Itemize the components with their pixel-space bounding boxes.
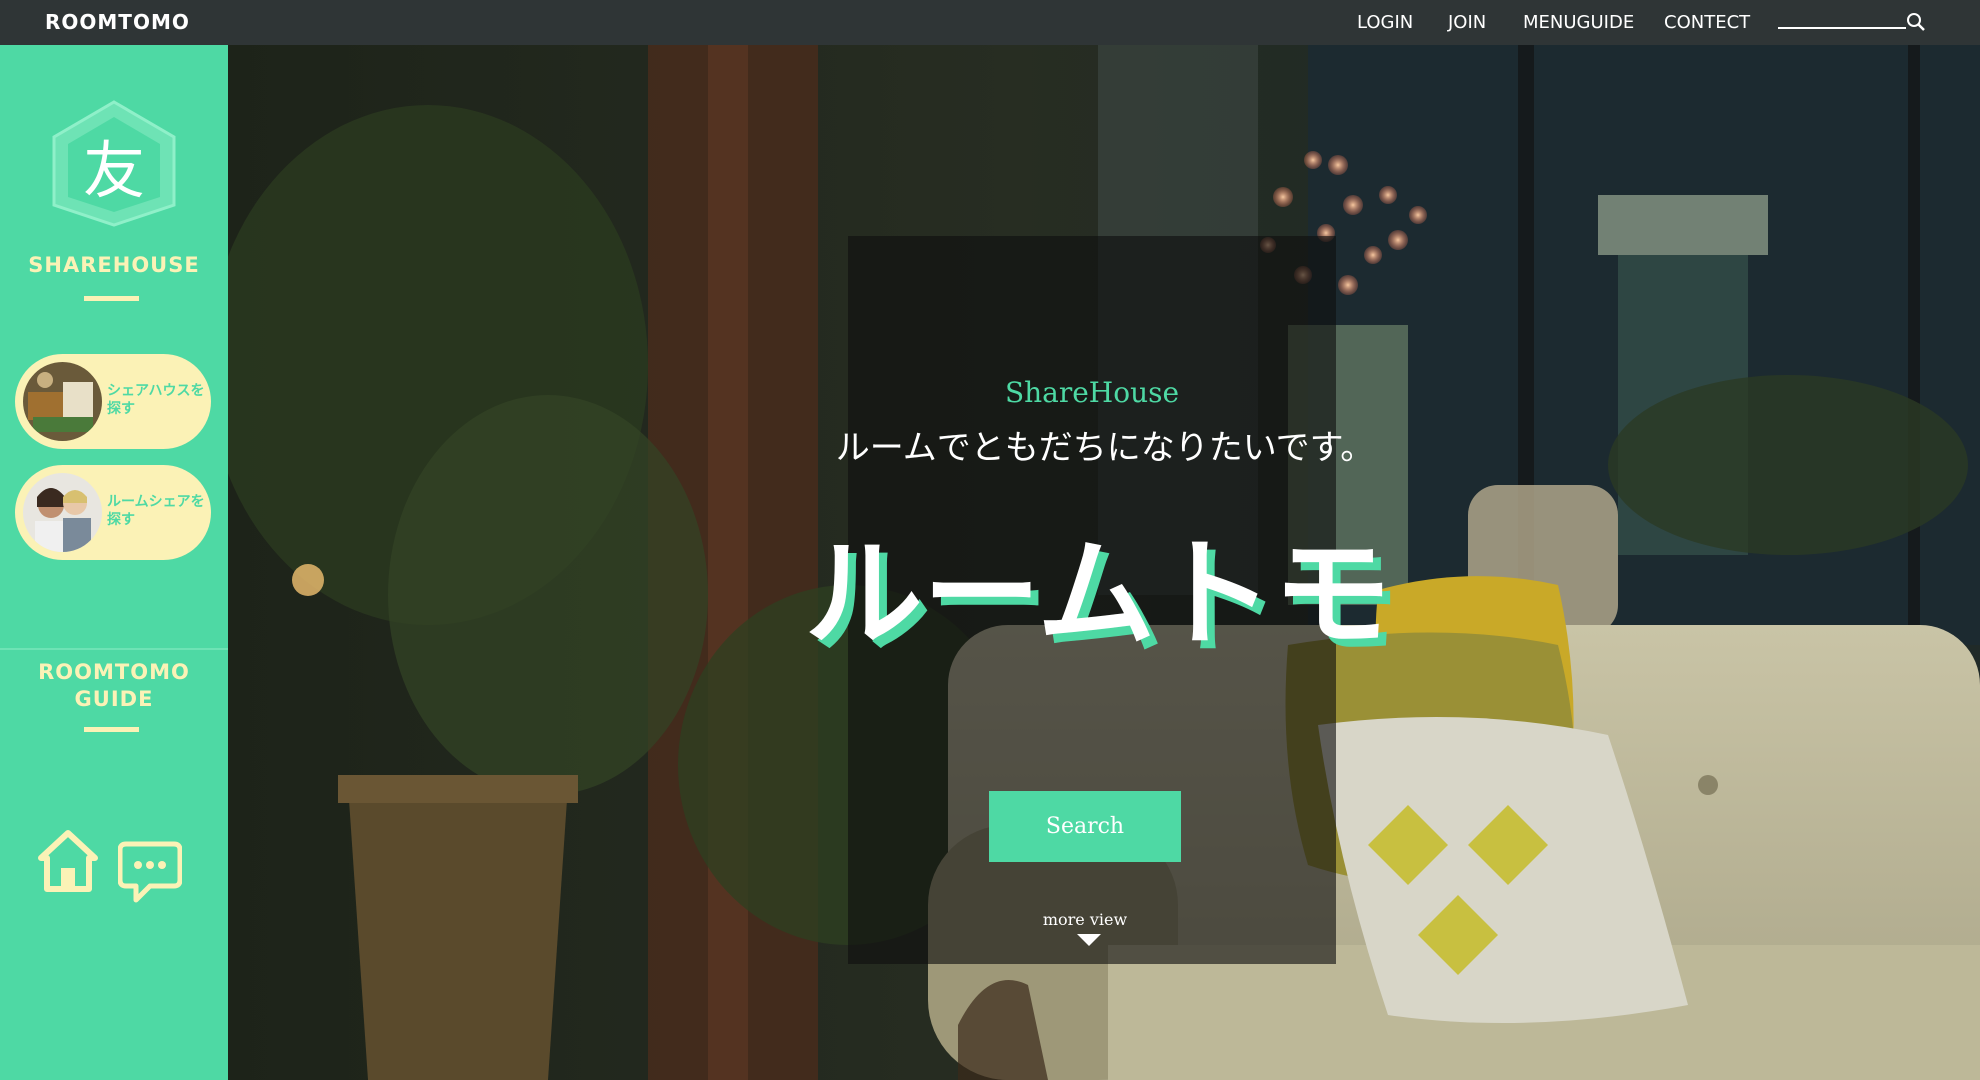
guide-title-line2: GUIDE	[74, 687, 154, 711]
home-icon[interactable]	[38, 830, 98, 892]
nav-login[interactable]: LOGIN	[1357, 0, 1413, 45]
svg-text:友: 友	[83, 134, 145, 207]
find-roomshare-label: ルームシェアを探す	[107, 494, 205, 528]
roomtomo-logo-icon[interactable]: 友	[46, 97, 182, 227]
search-button[interactable]: Search	[989, 791, 1181, 862]
guide-title-line1: ROOMTOMO	[38, 660, 190, 684]
hero-subtitle: ShareHouse	[1004, 376, 1180, 409]
hero-tagline: ルームでともだちになりたいです。	[835, 428, 1375, 468]
sharehouse-thumbnail	[23, 362, 102, 441]
svg-text:ルームトモ: ルームトモ	[805, 525, 1391, 660]
nav-menuguide[interactable]: MENUGUIDE	[1523, 0, 1634, 45]
find-roomshare-button[interactable]: ルームシェアを探す	[15, 465, 211, 560]
find-sharehouse-label: シェアハウスを探す	[107, 383, 205, 417]
brand-logo[interactable]: ROOMTOMO	[45, 0, 190, 45]
top-bar: ROOMTOMO LOGIN JOIN MENUGUIDE CONTECT	[0, 0, 1980, 45]
sidebar: 友 SHAREHOUSE シェアハウスを探す ルームシェアを探す ROOMTOM…	[0, 45, 228, 1080]
search-input[interactable]	[1778, 27, 1906, 29]
sharehouse-underline	[84, 296, 139, 301]
nav-contact[interactable]: CONTECT	[1664, 0, 1750, 45]
search-icon[interactable]	[1906, 12, 1926, 32]
chat-icon[interactable]	[118, 840, 182, 904]
find-sharehouse-button[interactable]: シェアハウスを探す	[15, 354, 211, 449]
hero-big-title: ルームトモ ルームトモ	[805, 525, 1399, 660]
down-arrow-icon[interactable]	[1077, 934, 1101, 946]
more-view-link[interactable]: more view	[990, 910, 1180, 929]
nav-join[interactable]: JOIN	[1448, 0, 1486, 45]
roomshare-thumbnail	[23, 473, 102, 552]
sharehouse-title: SHAREHOUSE	[28, 253, 200, 277]
sidebar-divider	[0, 648, 228, 650]
guide-underline	[84, 727, 139, 732]
